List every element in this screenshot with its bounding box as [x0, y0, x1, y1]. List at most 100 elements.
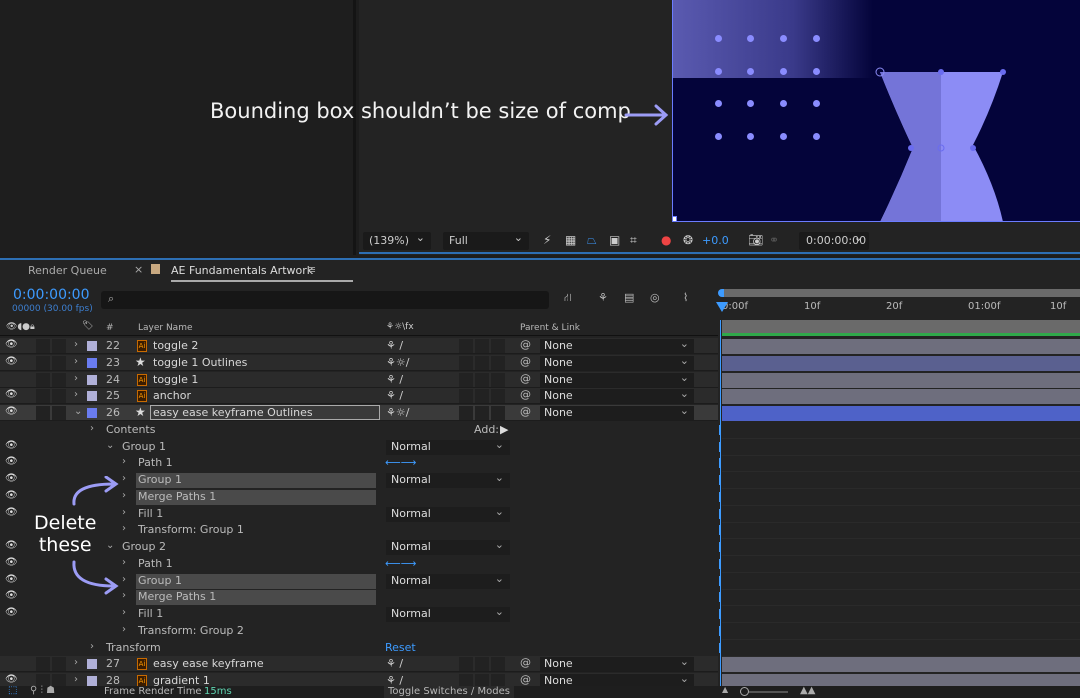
eye-icon[interactable]: 👁︎	[5, 406, 18, 417]
zoom-dropdown[interactable]: (139%)	[363, 232, 431, 250]
property-row[interactable]: 👁︎›Group 1Normal	[0, 472, 1080, 489]
twirl-chevron-icon[interactable]: ›	[74, 373, 78, 384]
shy-layers-icon[interactable]: ⚘	[598, 291, 608, 304]
parent-pickwhip-icon[interactable]: @	[520, 355, 531, 368]
switch-cell[interactable]	[36, 389, 50, 403]
eye-icon[interactable]: 👁︎	[5, 607, 18, 618]
add-button-icon[interactable]: ▶	[498, 423, 508, 438]
twirl-chevron-icon[interactable]: ⌄	[106, 440, 114, 451]
layer-row[interactable]: 👁︎›23★toggle 1 Outlines⚘☼/@None	[0, 355, 1080, 372]
property-label[interactable]: Group 1	[136, 473, 376, 488]
property-row[interactable]: 👁︎⌄Group 1Normal	[0, 439, 1080, 456]
parent-pickwhip-icon[interactable]: @	[520, 388, 531, 401]
property-row[interactable]: ›Transform: Group 1	[0, 522, 1080, 539]
resolution-dropdown[interactable]: Full	[443, 232, 529, 250]
twirl-chevron-icon[interactable]: ⌄	[106, 540, 114, 551]
property-label[interactable]: Transform: Group 2	[136, 624, 244, 639]
layer-switches[interactable]: ⚘☼/	[386, 356, 409, 369]
zoom-slider[interactable]	[740, 691, 788, 693]
layer-name[interactable]: easy ease keyframe	[153, 657, 264, 670]
property-label[interactable]: Group 1	[120, 440, 166, 455]
reset-link[interactable]: Reset	[385, 641, 416, 654]
twirl-chevron-icon[interactable]: ›	[122, 624, 126, 635]
parent-pickwhip-icon[interactable]: @	[520, 405, 531, 418]
eye-icon[interactable]: 👁︎	[5, 356, 18, 367]
tab-render-queue[interactable]: Render Queue	[28, 264, 107, 277]
layer-row[interactable]: 👁︎›22Aitoggle 2⚘ /@None	[0, 338, 1080, 355]
path-vertices-icon[interactable]: ⟵⟶	[385, 456, 417, 469]
solo-icons[interactable]: ⚲ ⫶ ☗	[30, 685, 55, 696]
layer-duration-bar[interactable]	[722, 389, 1080, 404]
twirl-chevron-icon[interactable]: ›	[122, 507, 126, 518]
switch-cell[interactable]	[475, 389, 489, 403]
property-label[interactable]: Fill 1	[136, 607, 163, 622]
switch-cell[interactable]	[52, 406, 66, 420]
switch-cell[interactable]	[36, 356, 50, 370]
twirl-chevron-icon[interactable]: ›	[74, 657, 78, 668]
switch-cell[interactable]	[52, 389, 66, 403]
switch-cell[interactable]	[459, 339, 473, 353]
parent-dropdown[interactable]: None	[540, 406, 694, 420]
region-of-interest-icon[interactable]: ▣	[609, 233, 620, 247]
eye-icon[interactable]: 👁︎	[5, 557, 18, 568]
current-timecode[interactable]: 0:00:00:00	[13, 287, 90, 303]
switch-cell[interactable]	[491, 373, 505, 387]
blend-mode-dropdown[interactable]: Normal	[386, 540, 510, 555]
snapshot-icon[interactable]: 📷︎	[748, 233, 763, 247]
label-color-swatch[interactable]	[87, 676, 97, 686]
twirl-chevron-icon[interactable]: ⌄	[74, 406, 82, 417]
property-label[interactable]: Path 1	[136, 557, 173, 572]
parent-pickwhip-icon[interactable]: @	[520, 338, 531, 351]
property-label[interactable]: Group 1	[136, 574, 376, 589]
switch-cell[interactable]	[475, 356, 489, 370]
toggle-switches-modes-button[interactable]: Toggle Switches / Modes	[384, 686, 514, 698]
switch-cell[interactable]	[491, 356, 505, 370]
label-color-swatch[interactable]	[87, 341, 97, 351]
layer-duration-bar[interactable]	[722, 339, 1080, 354]
exposure-value[interactable]: +0.0	[702, 234, 729, 247]
eye-icon[interactable]: 👁︎	[5, 389, 18, 400]
label-color-swatch[interactable]	[87, 408, 97, 418]
switch-cell[interactable]	[491, 406, 505, 420]
switch-cell[interactable]	[475, 406, 489, 420]
path-vertices-icon[interactable]: ⟵⟶	[385, 557, 417, 570]
eye-icon[interactable]: 👁︎	[5, 440, 18, 451]
layer-duration-bar[interactable]	[722, 373, 1080, 388]
switch-cell[interactable]	[475, 339, 489, 353]
switch-cell[interactable]	[459, 406, 473, 420]
twirl-chevron-icon[interactable]: ›	[74, 356, 78, 367]
twirl-chevron-icon[interactable]: ›	[74, 339, 78, 350]
property-label[interactable]: Merge Paths 1	[136, 490, 376, 505]
switch-cell[interactable]	[491, 339, 505, 353]
switch-cell[interactable]	[52, 657, 66, 671]
blend-mode-dropdown[interactable]: Normal	[386, 473, 510, 488]
parent-dropdown[interactable]: None	[540, 373, 694, 387]
layer-switches[interactable]: ⚘☼/	[386, 406, 409, 419]
property-label[interactable]: Merge Paths 1	[136, 590, 376, 605]
property-label[interactable]: Contents	[104, 423, 155, 438]
layer-switches[interactable]: ⚘ /	[386, 657, 403, 670]
exposure-reset-icon[interactable]: ❂	[683, 233, 693, 247]
eye-icon[interactable]: 👁︎	[5, 674, 18, 685]
eye-icon[interactable]: 👁︎	[5, 456, 18, 467]
composition-viewer[interactable]: (139%) Full ⚡ ▦ ⏢ ▣ ⌗ ● ❂ +0.0 📷︎ ⚭ 0:00…	[359, 0, 1080, 255]
work-area-bar[interactable]	[718, 289, 1080, 297]
switch-cell[interactable]	[36, 339, 50, 353]
property-row[interactable]: 👁︎›Merge Paths 1	[0, 589, 1080, 606]
parent-dropdown[interactable]: None	[540, 339, 694, 353]
switch-cell[interactable]	[36, 406, 50, 420]
layer-duration-bar[interactable]	[722, 406, 1080, 421]
eye-icon[interactable]: 👁︎	[5, 590, 18, 601]
property-label[interactable]: Transform: Group 1	[136, 523, 244, 538]
frame-blending-icon[interactable]: ▤	[624, 291, 634, 304]
parent-dropdown[interactable]: None	[540, 389, 694, 403]
property-row[interactable]: 👁︎›Path 1⟵⟶	[0, 556, 1080, 573]
layer-row[interactable]: 👁︎⌄26★easy ease keyframe Outlines⚘☼/@Non…	[0, 405, 1080, 422]
label-color-swatch[interactable]	[87, 358, 97, 368]
property-row[interactable]: 👁︎›Fill 1Normal	[0, 606, 1080, 623]
layer-duration-bar[interactable]	[722, 356, 1080, 371]
parent-dropdown[interactable]: None	[540, 356, 694, 370]
channels-icon[interactable]: ●	[661, 233, 671, 247]
panel-menu-icon[interactable]: ≡	[307, 263, 316, 276]
switch-cell[interactable]	[475, 373, 489, 387]
